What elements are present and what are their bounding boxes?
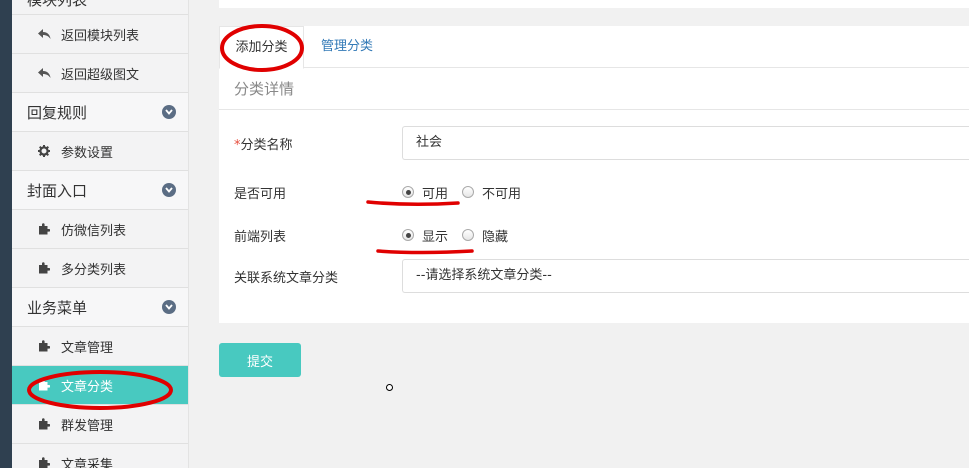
front-label: 前端列表 [234,229,287,245]
nav-rail [0,0,12,468]
sidebar-item-back-super-article[interactable]: 返回超级图文 [12,54,188,93]
sidebar-item-label: 群发管理 [61,418,114,434]
puzzle-icon [37,261,51,275]
sidebar-item-article-category[interactable]: 文章分类 [12,366,188,405]
radio-label: 显示 [422,229,449,245]
sidebar-item-label: 多分类列表 [61,262,127,278]
form-row-front: 前端列表 显示 隐藏 [219,218,522,252]
sidebar-group-label: 业务菜单 [27,298,88,317]
form-row-enabled: 是否可用 可用 不可用 [219,175,535,209]
category-name-input[interactable]: 社会 [402,126,969,160]
sidebar-header-label: 模块列表 [27,0,88,9]
radio-label: 可用 [422,186,449,202]
puzzle-icon [37,456,51,468]
form-row-link: 关联系统文章分类 --请选择系统文章分类-- [219,259,969,293]
category-form-panel: 添加分类 管理分类 分类详情 *分类名称 社会 是否可用 可用 不可用 前端列表… [219,26,969,323]
sidebar-item-wechat-list[interactable]: 仿微信列表 [12,210,188,249]
top-panel-edge [219,0,969,8]
link-label: 关联系统文章分类 [234,270,339,286]
radio-label: 不可用 [482,186,522,202]
radio-checked-icon [402,229,414,241]
puzzle-icon [37,417,51,431]
sidebar-item-mass-send[interactable]: 群发管理 [12,405,188,444]
radio-label: 隐藏 [482,229,509,245]
panel-title: 分类详情 [219,68,969,110]
name-label: *分类名称 [219,134,402,153]
sidebar-group-business-menu[interactable]: 业务菜单 [12,288,188,327]
tab-manage-category[interactable]: 管理分类 [321,26,373,68]
sidebar-group-label: 回复规则 [27,103,88,122]
reply-icon [37,66,51,80]
sidebar-item-article-collect[interactable]: 文章采集 [12,444,188,468]
chevron-down-icon [162,105,176,119]
sidebar-item-label: 返回超级图文 [61,67,140,83]
radio-checked-icon [402,186,414,198]
tab-bar: 添加分类 管理分类 [219,26,969,69]
sidebar-group-cover-entry[interactable]: 封面入口 [12,171,188,210]
radio-enabled-no[interactable]: 不可用 [462,183,521,202]
radio-unchecked-icon [462,186,475,198]
radio-unchecked-icon [462,229,475,241]
sidebar-item-back-modules[interactable]: 返回模块列表 [12,15,188,54]
sidebar-item-label: 仿微信列表 [61,223,127,239]
sidebar-item-label: 文章分类 [61,379,114,395]
submit-button[interactable]: 提交 [219,343,301,377]
sidebar-item-params[interactable]: 参数设置 [12,132,188,171]
gear-icon [37,144,51,158]
reply-icon [37,27,51,41]
chevron-down-icon [162,300,176,314]
name-label-text: 分类名称 [240,137,293,153]
form-row-name: *分类名称 社会 [219,126,969,160]
sidebar-item-article-management[interactable]: 文章管理 [12,327,188,366]
sidebar-item-label: 文章管理 [61,340,114,356]
sidebar: 模块列表 返回模块列表 返回超级图文 回复规则 参数设置 封面入口 仿微信列表 [12,0,189,468]
radio-front-show[interactable]: 显示 [402,226,448,245]
sidebar-item-label: 返回模块列表 [61,28,140,44]
puzzle-icon [37,378,51,392]
sidebar-group-reply-rules[interactable]: 回复规则 [12,93,188,132]
puzzle-icon [37,222,51,236]
radio-enabled-yes[interactable]: 可用 [402,183,448,202]
chevron-down-icon [162,183,176,197]
sidebar-header-cut: 模块列表 [12,0,188,15]
mouse-cursor [386,384,393,391]
radio-front-hide[interactable]: 隐藏 [462,226,508,245]
sidebar-item-multi-category-list[interactable]: 多分类列表 [12,249,188,288]
enabled-label: 是否可用 [234,186,287,202]
sidebar-item-label: 文章采集 [61,457,114,468]
system-category-select[interactable]: --请选择系统文章分类-- [402,259,969,293]
tab-add-category[interactable]: 添加分类 [219,26,304,69]
sidebar-item-label: 参数设置 [61,145,114,161]
sidebar-group-label: 封面入口 [27,181,88,200]
puzzle-icon [37,339,51,353]
